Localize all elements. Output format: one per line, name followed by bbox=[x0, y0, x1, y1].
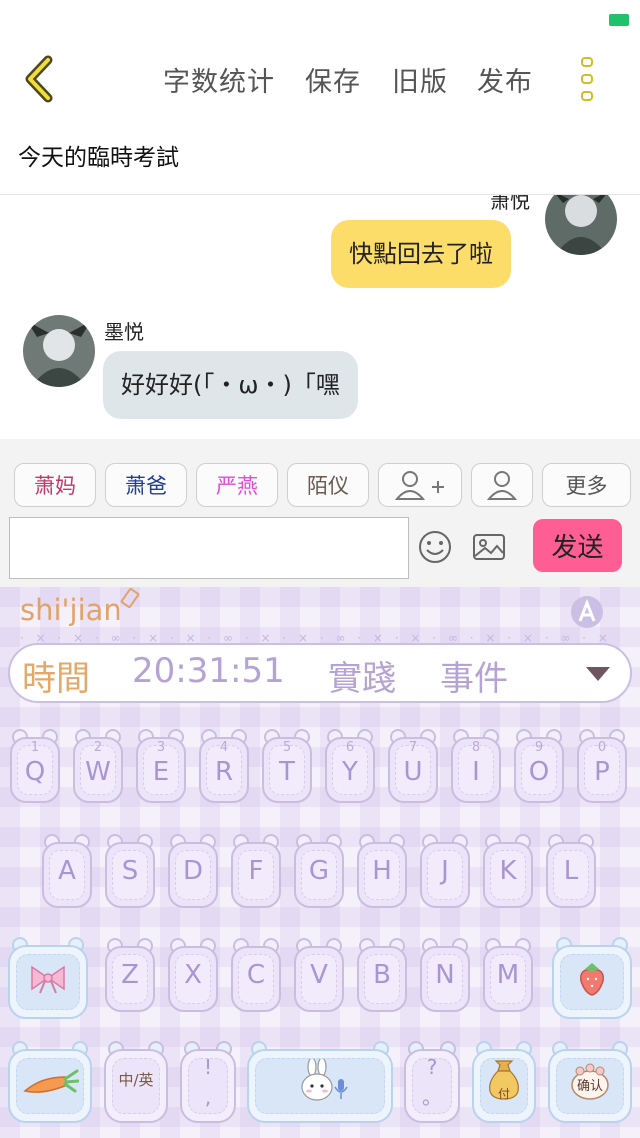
key-m[interactable]: M bbox=[483, 938, 533, 1014]
candidate-bar: 時間 20:31:51 實踐 事件 bbox=[8, 643, 632, 703]
key-y[interactable]: 6Y bbox=[325, 729, 375, 805]
word-count-button[interactable]: 字数统计 bbox=[163, 60, 275, 99]
question-key[interactable]: ? 。 bbox=[404, 1041, 460, 1125]
message-input[interactable] bbox=[9, 517, 409, 579]
punctuation-key[interactable]: ! , bbox=[180, 1041, 236, 1125]
editor-toolbar: 字数统计 保存 旧版 发布 bbox=[0, 40, 640, 120]
key-e[interactable]: 3E bbox=[136, 729, 186, 805]
key-c[interactable]: C bbox=[231, 938, 281, 1014]
key-o[interactable]: 9O bbox=[514, 729, 564, 805]
key-f[interactable]: F bbox=[231, 834, 281, 910]
backspace-key[interactable] bbox=[552, 937, 632, 1021]
publish-button[interactable]: 发布 bbox=[477, 60, 533, 99]
key-p[interactable]: 0P bbox=[577, 729, 627, 805]
pinyin-composition: shi'jian bbox=[20, 593, 122, 627]
key-d[interactable]: D bbox=[168, 834, 218, 910]
document-title[interactable]: 今天的臨時考試 bbox=[18, 138, 179, 172]
language-switch-key[interactable]: 中/英 bbox=[104, 1041, 168, 1125]
more-roles-button[interactable]: 更多 bbox=[542, 463, 631, 507]
add-role-button[interactable] bbox=[378, 463, 462, 507]
image-icon bbox=[473, 534, 505, 560]
role-chip[interactable]: 严燕 bbox=[196, 463, 278, 507]
save-button[interactable]: 保存 bbox=[305, 60, 361, 99]
key-h[interactable]: H bbox=[357, 834, 407, 910]
smiley-icon bbox=[419, 531, 451, 563]
enter-key[interactable]: 确认 bbox=[548, 1041, 632, 1125]
pay-label: 付 bbox=[497, 1087, 510, 1101]
key-b[interactable]: B bbox=[357, 938, 407, 1014]
strawberry-icon bbox=[552, 961, 632, 1001]
key-r[interactable]: 4R bbox=[199, 729, 249, 805]
key-n[interactable]: N bbox=[420, 938, 470, 1014]
key-t[interactable]: 5T bbox=[262, 729, 312, 805]
add-person-icon bbox=[394, 471, 444, 500]
space-key[interactable] bbox=[247, 1041, 393, 1125]
image-button[interactable] bbox=[471, 529, 507, 565]
bow-icon bbox=[8, 961, 88, 999]
key-w[interactable]: 2W bbox=[73, 729, 123, 805]
pencil-icon bbox=[119, 587, 141, 609]
chevron-left-icon bbox=[25, 55, 53, 103]
role-chip[interactable]: 萧爸 bbox=[105, 463, 187, 507]
sender-name: 墨悦 bbox=[104, 320, 144, 344]
role-chip[interactable]: 萧妈 bbox=[14, 463, 96, 507]
keyboard-logo-icon[interactable] bbox=[570, 595, 604, 629]
bunny-mic-icon bbox=[247, 1057, 393, 1109]
avatar[interactable] bbox=[23, 315, 95, 387]
key-a[interactable]: A bbox=[42, 834, 92, 910]
avatar[interactable] bbox=[545, 195, 617, 255]
emoji-button[interactable] bbox=[417, 529, 453, 565]
chat-preview: 萧悦 快點回去了啦 墨悦 好好好(「・ω・)「嘿 bbox=[0, 195, 640, 439]
symbol-key[interactable] bbox=[8, 1041, 92, 1125]
battery-indicator bbox=[609, 14, 629, 26]
role-chip[interactable]: 陌仪 bbox=[287, 463, 369, 507]
key-z[interactable]: Z bbox=[105, 938, 155, 1014]
role-settings-button[interactable] bbox=[471, 463, 533, 507]
key-g[interactable]: G bbox=[294, 834, 344, 910]
key-v[interactable]: V bbox=[294, 938, 344, 1014]
key-x[interactable]: X bbox=[168, 938, 218, 1014]
send-button[interactable]: 发送 bbox=[533, 519, 622, 572]
more-vertical-icon[interactable] bbox=[572, 54, 604, 106]
zh-en-label: 中/英 bbox=[118, 1071, 154, 1089]
money-bag-key[interactable]: 付 bbox=[472, 1041, 536, 1125]
candidate-word[interactable]: 實踐 bbox=[328, 651, 396, 700]
expand-candidates-icon[interactable] bbox=[586, 667, 610, 681]
candidate-word[interactable]: 20:31:51 bbox=[132, 651, 285, 691]
person-icon bbox=[487, 471, 517, 500]
key-q[interactable]: 1Q bbox=[10, 729, 60, 805]
candidate-word[interactable]: 事件 bbox=[440, 651, 508, 700]
key-j[interactable]: J bbox=[420, 834, 470, 910]
key-s[interactable]: S bbox=[105, 834, 155, 910]
key-u[interactable]: 7U bbox=[388, 729, 438, 805]
old-version-button[interactable]: 旧版 bbox=[392, 60, 448, 99]
key-i[interactable]: 8I bbox=[451, 729, 501, 805]
back-button[interactable] bbox=[18, 54, 66, 104]
keyboard: shi'jian · × · × · ∞ · × · × · ∞ · × · ×… bbox=[0, 587, 640, 1138]
sender-name: 萧悦 bbox=[490, 195, 530, 213]
key-k[interactable]: K bbox=[483, 834, 533, 910]
composer-panel: 萧妈 萧爸 严燕 陌仪 更多 发送 bbox=[0, 439, 640, 587]
message-bubble[interactable]: 快點回去了啦 bbox=[331, 220, 511, 288]
emoji-key[interactable] bbox=[8, 937, 88, 1021]
carrot-icon bbox=[8, 1065, 92, 1103]
candidate-word[interactable]: 時間 bbox=[22, 651, 90, 700]
message-bubble[interactable]: 好好好(「・ω・)「嘿 bbox=[103, 351, 358, 419]
enter-label: 确认 bbox=[576, 1079, 603, 1094]
key-l[interactable]: L bbox=[546, 834, 596, 910]
